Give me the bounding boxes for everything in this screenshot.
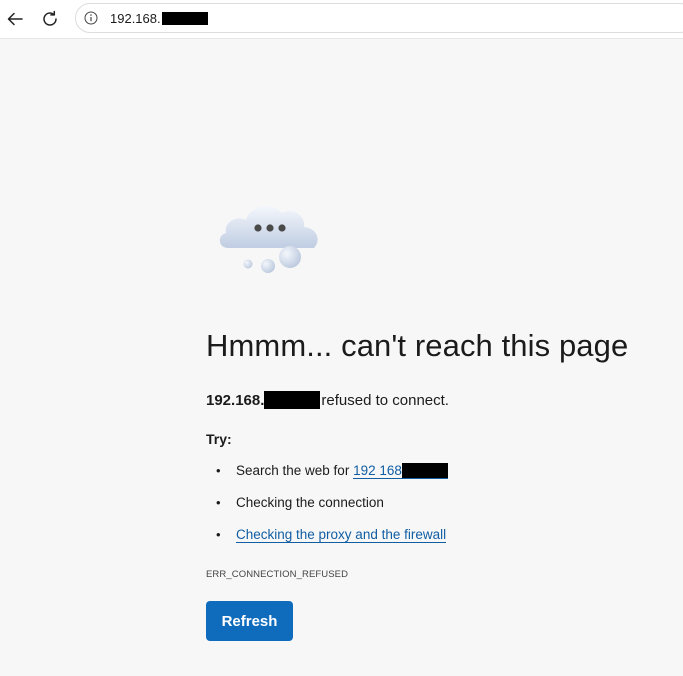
refused-text: refused to connect.: [321, 392, 449, 409]
search-web-link[interactable]: 192 168: [353, 462, 448, 479]
search-query: 192 168: [353, 463, 402, 478]
search-prefix: Search the web for: [236, 463, 354, 478]
proxy-firewall-link[interactable]: Checking the proxy and the firewall: [236, 527, 447, 543]
cloud-icon: [219, 205, 318, 273]
url-value: 192.168.: [110, 11, 161, 26]
browser-toolbar: 192.168.: [0, 0, 683, 39]
reload-button[interactable]: [37, 6, 63, 32]
arrow-left-icon: [7, 12, 23, 26]
redaction-box: [401, 462, 448, 478]
bullet: •: [216, 527, 221, 542]
try-label: Try:: [206, 431, 232, 447]
address-bar[interactable]: 192.168.: [75, 3, 683, 33]
list-item: • Search the web for 192 168: [216, 462, 448, 495]
page-title: Hmmm... can't reach this page: [206, 328, 629, 363]
redaction-box: [161, 12, 208, 26]
redaction-box: [264, 391, 321, 410]
check-connection-text: Checking the connection: [236, 495, 384, 510]
host-address: 192.168.: [206, 392, 265, 409]
bullet: •: [216, 463, 221, 478]
url-text[interactable]: 192.168.: [110, 11, 208, 26]
error-code: ERR_CONNECTION_REFUSED: [206, 569, 349, 580]
refresh-button[interactable]: Refresh: [206, 601, 293, 641]
list-item: • Checking the proxy and the firewall: [216, 527, 448, 559]
suggestion-list: • Search the web for 192 168 • Checking …: [216, 462, 448, 559]
refused-message: 192.168. refused to connect.: [206, 391, 449, 410]
info-icon[interactable]: [84, 11, 98, 25]
bullet: •: [216, 495, 221, 510]
reload-icon: [43, 10, 57, 26]
list-item: • Checking the connection: [216, 495, 448, 527]
back-button[interactable]: [2, 6, 28, 32]
